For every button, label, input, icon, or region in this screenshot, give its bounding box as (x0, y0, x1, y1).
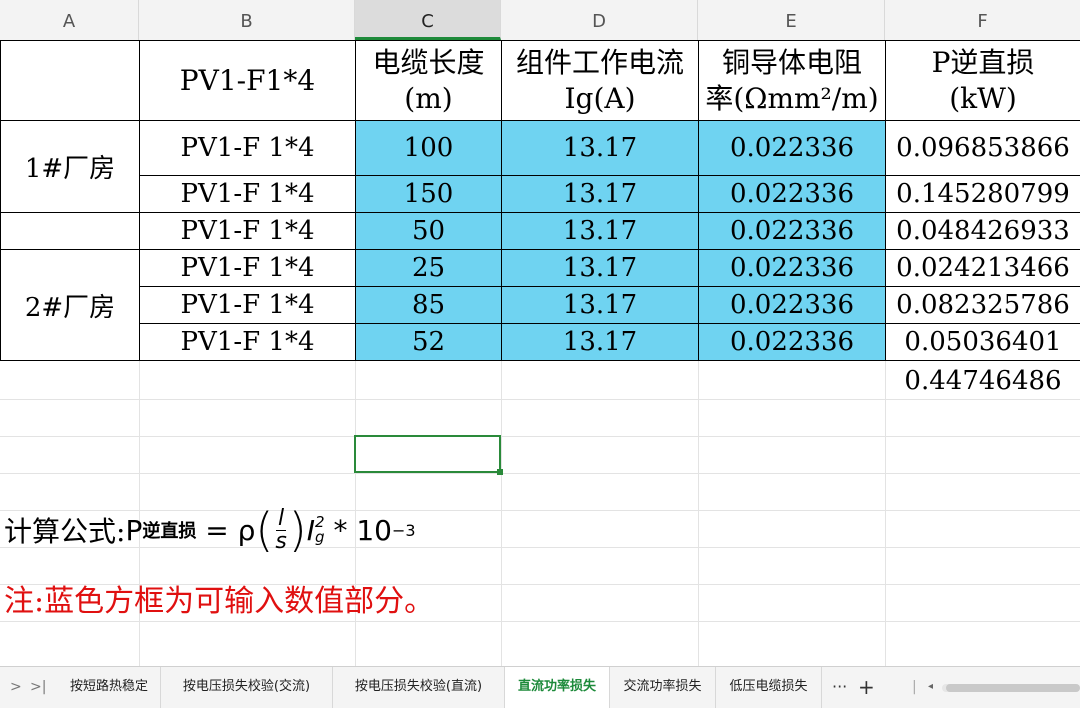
header-cable-type-text: PV1-F1*4 (179, 63, 316, 97)
header-length-line1: 电缆长度 (372, 45, 485, 79)
horizontal-scrollbar-thumb[interactable] (946, 684, 1080, 692)
input-cell-current[interactable]: 13.17 (501, 249, 699, 287)
total-power-loss[interactable]: 0.44746486 (885, 362, 1080, 400)
input-cell-resistivity[interactable]: 0.022336 (698, 323, 886, 361)
input-cell-current[interactable]: 13.17 (501, 175, 699, 213)
header-power-loss-line1: P逆直损 (931, 45, 1035, 79)
header-cell-length[interactable]: 电缆长度 (m) (355, 40, 502, 121)
column-header-e[interactable]: E (698, 0, 885, 40)
divider-icon: | (912, 679, 917, 695)
group-cell-plant-2[interactable]: 2#厂房 (0, 249, 140, 361)
row-cell-a[interactable] (0, 212, 140, 250)
tab-scroll-last-icon[interactable]: >| (30, 667, 46, 708)
sheet-tab[interactable]: 交流功率损失 (610, 667, 716, 708)
add-sheet-icon[interactable]: + (858, 667, 875, 708)
column-header-b[interactable]: B (139, 0, 355, 40)
input-cell-length[interactable]: 85 (355, 286, 502, 324)
column-header-c[interactable]: C (355, 0, 501, 40)
cell-cable-type[interactable]: PV1-F 1*4 (139, 212, 356, 250)
input-cell-length[interactable]: 25 (355, 249, 502, 287)
cell-cable-type[interactable]: PV1-F 1*4 (139, 175, 356, 213)
input-hint-note: 注:蓝色方框为可输入数值部分。 (4, 584, 435, 619)
header-cell-current[interactable]: 组件工作电流 Ig(A) (501, 40, 699, 121)
column-header-d[interactable]: D (501, 0, 698, 40)
cell-cable-type[interactable]: PV1-F 1*4 (139, 323, 356, 361)
active-cell-selection[interactable] (354, 435, 503, 475)
cell-power-loss[interactable]: 0.082325786 (885, 286, 1080, 324)
formula-fraction: l s (275, 505, 287, 554)
header-cell-cable-type[interactable]: PV1-F1*4 (139, 40, 356, 121)
input-cell-current[interactable]: 13.17 (501, 212, 699, 250)
formula-label: 计算公式: (4, 515, 126, 548)
formula-expression: P 逆直损 = ρ ( l s ) I2g * 10 −3 (125, 503, 416, 557)
column-header-f[interactable]: F (885, 0, 1080, 40)
sheet-tab[interactable]: 低压电缆损失 (716, 667, 822, 708)
tab-scroll-right-icon[interactable]: > (10, 667, 22, 708)
cell-cable-type[interactable]: PV1-F 1*4 (139, 249, 356, 287)
header-cell-power-loss[interactable]: P逆直损 (kW) (885, 40, 1080, 121)
header-resistivity-line2: 率(Ωmm²/m) (705, 81, 879, 115)
column-header-a[interactable]: A (0, 0, 139, 40)
cell-power-loss[interactable]: 0.05036401 (885, 323, 1080, 361)
input-cell-resistivity[interactable]: 0.022336 (698, 175, 886, 213)
header-resistivity-line1: 铜导体电阻 (721, 45, 862, 79)
header-cell-resistivity[interactable]: 铜导体电阻 率(Ωmm²/m) (698, 40, 886, 121)
input-cell-current[interactable]: 13.17 (501, 286, 699, 324)
cell-power-loss[interactable]: 0.048426933 (885, 212, 1080, 250)
sheet-tab[interactable]: 按电压损失校验(直流) (333, 667, 505, 708)
input-cell-length[interactable]: 52 (355, 323, 502, 361)
cell-power-loss[interactable]: 0.145280799 (885, 175, 1080, 213)
header-current-line2: Ig(A) (564, 81, 636, 115)
sheet-tab[interactable]: 按短路热稳定 (58, 667, 161, 708)
header-length-line2: (m) (404, 81, 453, 115)
sheet-tab-bar: > >| 按短路热稳定 按电压损失校验(交流) 按电压损失校验(直流) 直流功率… (0, 666, 1080, 708)
cell-cable-type[interactable]: PV1-F 1*4 (139, 120, 356, 176)
input-cell-current[interactable]: 13.17 (501, 323, 699, 361)
cell-cable-type[interactable]: PV1-F 1*4 (139, 286, 356, 324)
sheet-tab[interactable]: 按电压损失校验(交流) (161, 667, 333, 708)
input-cell-length[interactable]: 50 (355, 212, 502, 250)
cell-power-loss[interactable]: 0.024213466 (885, 249, 1080, 287)
more-tabs-icon[interactable]: ··· (832, 667, 847, 708)
input-cell-resistivity[interactable]: 0.022336 (698, 249, 886, 287)
header-current-line1: 组件工作电流 (515, 45, 684, 79)
input-cell-length[interactable]: 100 (355, 120, 502, 176)
column-header-bar: A B C D E F (0, 0, 1080, 41)
input-cell-current[interactable]: 13.17 (501, 120, 699, 176)
group-cell-plant-1[interactable]: 1#厂房 (0, 120, 140, 213)
input-cell-length[interactable]: 150 (355, 175, 502, 213)
header-cell-a[interactable] (0, 40, 140, 121)
header-power-loss-line2: (kW) (949, 81, 1017, 115)
sheet-tab-active[interactable]: 直流功率损失 (505, 667, 610, 708)
input-cell-resistivity[interactable]: 0.022336 (698, 286, 886, 324)
input-cell-resistivity[interactable]: 0.022336 (698, 212, 886, 250)
cell-power-loss[interactable]: 0.096853866 (885, 120, 1080, 176)
scroll-left-icon[interactable]: ◂ (928, 667, 933, 708)
input-cell-resistivity[interactable]: 0.022336 (698, 120, 886, 176)
formula-text: 计算公式: P 逆直损 = ρ ( l s ) I2g * 10 −3 (4, 500, 416, 560)
